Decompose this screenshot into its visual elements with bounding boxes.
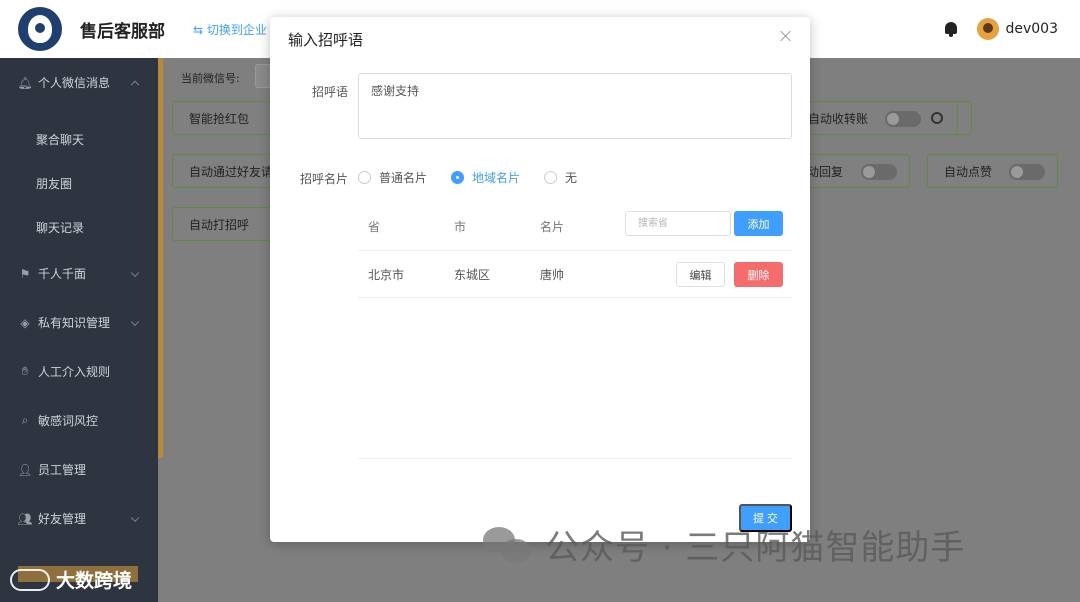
username: dev003 [1005, 21, 1058, 37]
tag-icon: ◈ [20, 315, 30, 330]
brand-logo-icon [18, 7, 62, 51]
feature-label: 动回复 [807, 164, 844, 179]
watermark-text: 公众号 · 三只阿猫智能助手 [545, 528, 966, 568]
sidebar: 🔔︎ 个人微信消息 聚合聊天 朋友圈 聊天记录 ⚑ 千人千面 ◈ 私有知识管理 … [0, 58, 158, 602]
close-icon[interactable] [780, 30, 792, 42]
feature-auto-like: 自动点赞 [927, 154, 1058, 188]
auto-transfer-toggle[interactable] [885, 111, 921, 127]
feature-label: 智能抢红包 [189, 111, 250, 126]
radio-label: 地域名片 [472, 171, 521, 185]
sidebar-item-label: 聊天记录 [36, 220, 85, 235]
hand-icon: ✋︎ [21, 364, 29, 378]
sidebar-item-manual-rules[interactable]: ✋︎ 人工介入规则 [0, 347, 158, 396]
header-province: 省 [368, 220, 381, 234]
feature-auto-transfer: 自动收转账 [794, 101, 958, 135]
bottom-watermark: 大数跨境 [10, 566, 132, 593]
sidebar-item-label: 员工管理 [38, 463, 87, 477]
sidebar-item-moments[interactable]: 朋友圈 [0, 161, 158, 205]
wechat-watermark: 公众号 · 三只阿猫智能助手 [483, 520, 965, 569]
sidebar-item-label: 人工介入规则 [38, 365, 111, 379]
chevron-up-icon [130, 80, 140, 89]
radio-dot [358, 171, 371, 184]
sidebar-item-label: 私有知识管理 [38, 316, 111, 330]
sidebar-item-personal-wechat[interactable]: 🔔︎ 个人微信消息 [0, 58, 158, 107]
card-type-radio-group: 普通名片 地域名片 无 [358, 169, 577, 186]
cell-city: 东城区 [454, 267, 491, 282]
sidebar-item-staff[interactable]: 👤︎ 员工管理 [0, 445, 158, 494]
radio-dot [451, 171, 465, 184]
card-label: 招呼名片 [299, 172, 348, 186]
wechat-icon [483, 525, 533, 565]
feature-label: 自动打招呼 [189, 217, 250, 232]
chevron-down-icon [130, 513, 140, 522]
radio-region-card[interactable]: 地域名片 [451, 169, 520, 186]
bottom-watermark-text: 大数跨境 [56, 570, 133, 592]
sidebar-item-label: 好友管理 [38, 512, 87, 526]
delete-button[interactable]: 删除 [734, 262, 783, 287]
sidebar-item-label: 敏感词风控 [38, 414, 99, 428]
table-row: 北京市 东城区 唐帅 编辑 删除 [358, 251, 792, 298]
table-header: 省 市 名片 添加 [358, 203, 792, 251]
sidebar-item-label: 朋友圈 [36, 176, 73, 191]
feature-auto-greet: 自动打招呼 [172, 207, 282, 241]
add-button[interactable]: 添加 [734, 211, 783, 236]
auto-reply-toggle[interactable] [861, 164, 897, 180]
radio-label: 无 [565, 171, 578, 185]
province-search-input[interactable] [625, 211, 731, 236]
sidebar-item-label: 个人微信消息 [38, 76, 111, 90]
sidebar-item-sensitive-words[interactable]: ⌕ 敏感词风控 [0, 396, 158, 445]
wechat-account-label: 当前微信号: [181, 72, 240, 85]
region-card-table: 省 市 名片 添加 北京市 东城区 唐帅 编辑 删除 [358, 203, 792, 298]
flag-icon: ⚑ [19, 266, 31, 281]
search-icon: ⌕ [21, 413, 29, 427]
chevron-down-icon [130, 268, 140, 277]
greeting-label: 招呼语 [311, 85, 348, 99]
user-menu[interactable]: dev003 [977, 18, 1058, 40]
feature-label: 自动收转账 [808, 111, 869, 126]
dialog-title: 输入招呼语 [288, 31, 364, 49]
chevron-down-icon [130, 317, 140, 326]
header-city: 市 [454, 220, 467, 234]
radio-none[interactable]: 无 [544, 169, 577, 186]
sidebar-item-label: 千人千面 [38, 267, 87, 281]
radio-dot [544, 171, 558, 184]
sidebar-item-chat-history[interactable]: 聊天记录 [0, 205, 158, 249]
feature-label: 自动通过好友请 [189, 164, 274, 179]
table-bottom-border [358, 458, 792, 459]
brand-title: 售后客服部 [80, 21, 165, 42]
radio-label: 普通名片 [379, 171, 428, 185]
feature-auto-reply: 动回复 [794, 154, 910, 188]
cell-card: 唐帅 [540, 267, 565, 282]
bell-icon: 🔔︎ [17, 75, 33, 90]
switch-enterprise-link[interactable]: ⇆ 切换到企业 [193, 21, 267, 38]
sidebar-item-aggregate-chat[interactable]: 聚合聊天 [0, 117, 158, 161]
users-icon: 👥︎ [17, 511, 33, 526]
user-add-icon: 👤︎ [17, 462, 33, 477]
header-card: 名片 [540, 220, 565, 234]
sidebar-item-label: 聚合聊天 [36, 132, 85, 147]
auto-like-toggle[interactable] [1009, 164, 1045, 180]
greeting-dialog: 输入招呼语 招呼语 招呼名片 普通名片 地域名片 无 省 市 名片 添加 北京市… [270, 17, 810, 542]
gear-icon[interactable] [931, 112, 943, 124]
feature-label: 自动点赞 [944, 164, 993, 179]
watermark-logo-icon [10, 568, 50, 591]
greeting-textarea[interactable] [358, 73, 792, 139]
cell-province: 北京市 [368, 267, 405, 282]
sidebar-item-personalization[interactable]: ⚑ 千人千面 [0, 249, 158, 298]
sidebar-item-knowledge[interactable]: ◈ 私有知识管理 [0, 298, 158, 347]
edit-button[interactable]: 编辑 [676, 262, 725, 287]
radio-normal-card[interactable]: 普通名片 [358, 169, 427, 186]
notification-bell-icon[interactable] [943, 20, 959, 38]
sidebar-item-friends[interactable]: 👥︎ 好友管理 [0, 494, 158, 543]
avatar [977, 18, 1000, 40]
